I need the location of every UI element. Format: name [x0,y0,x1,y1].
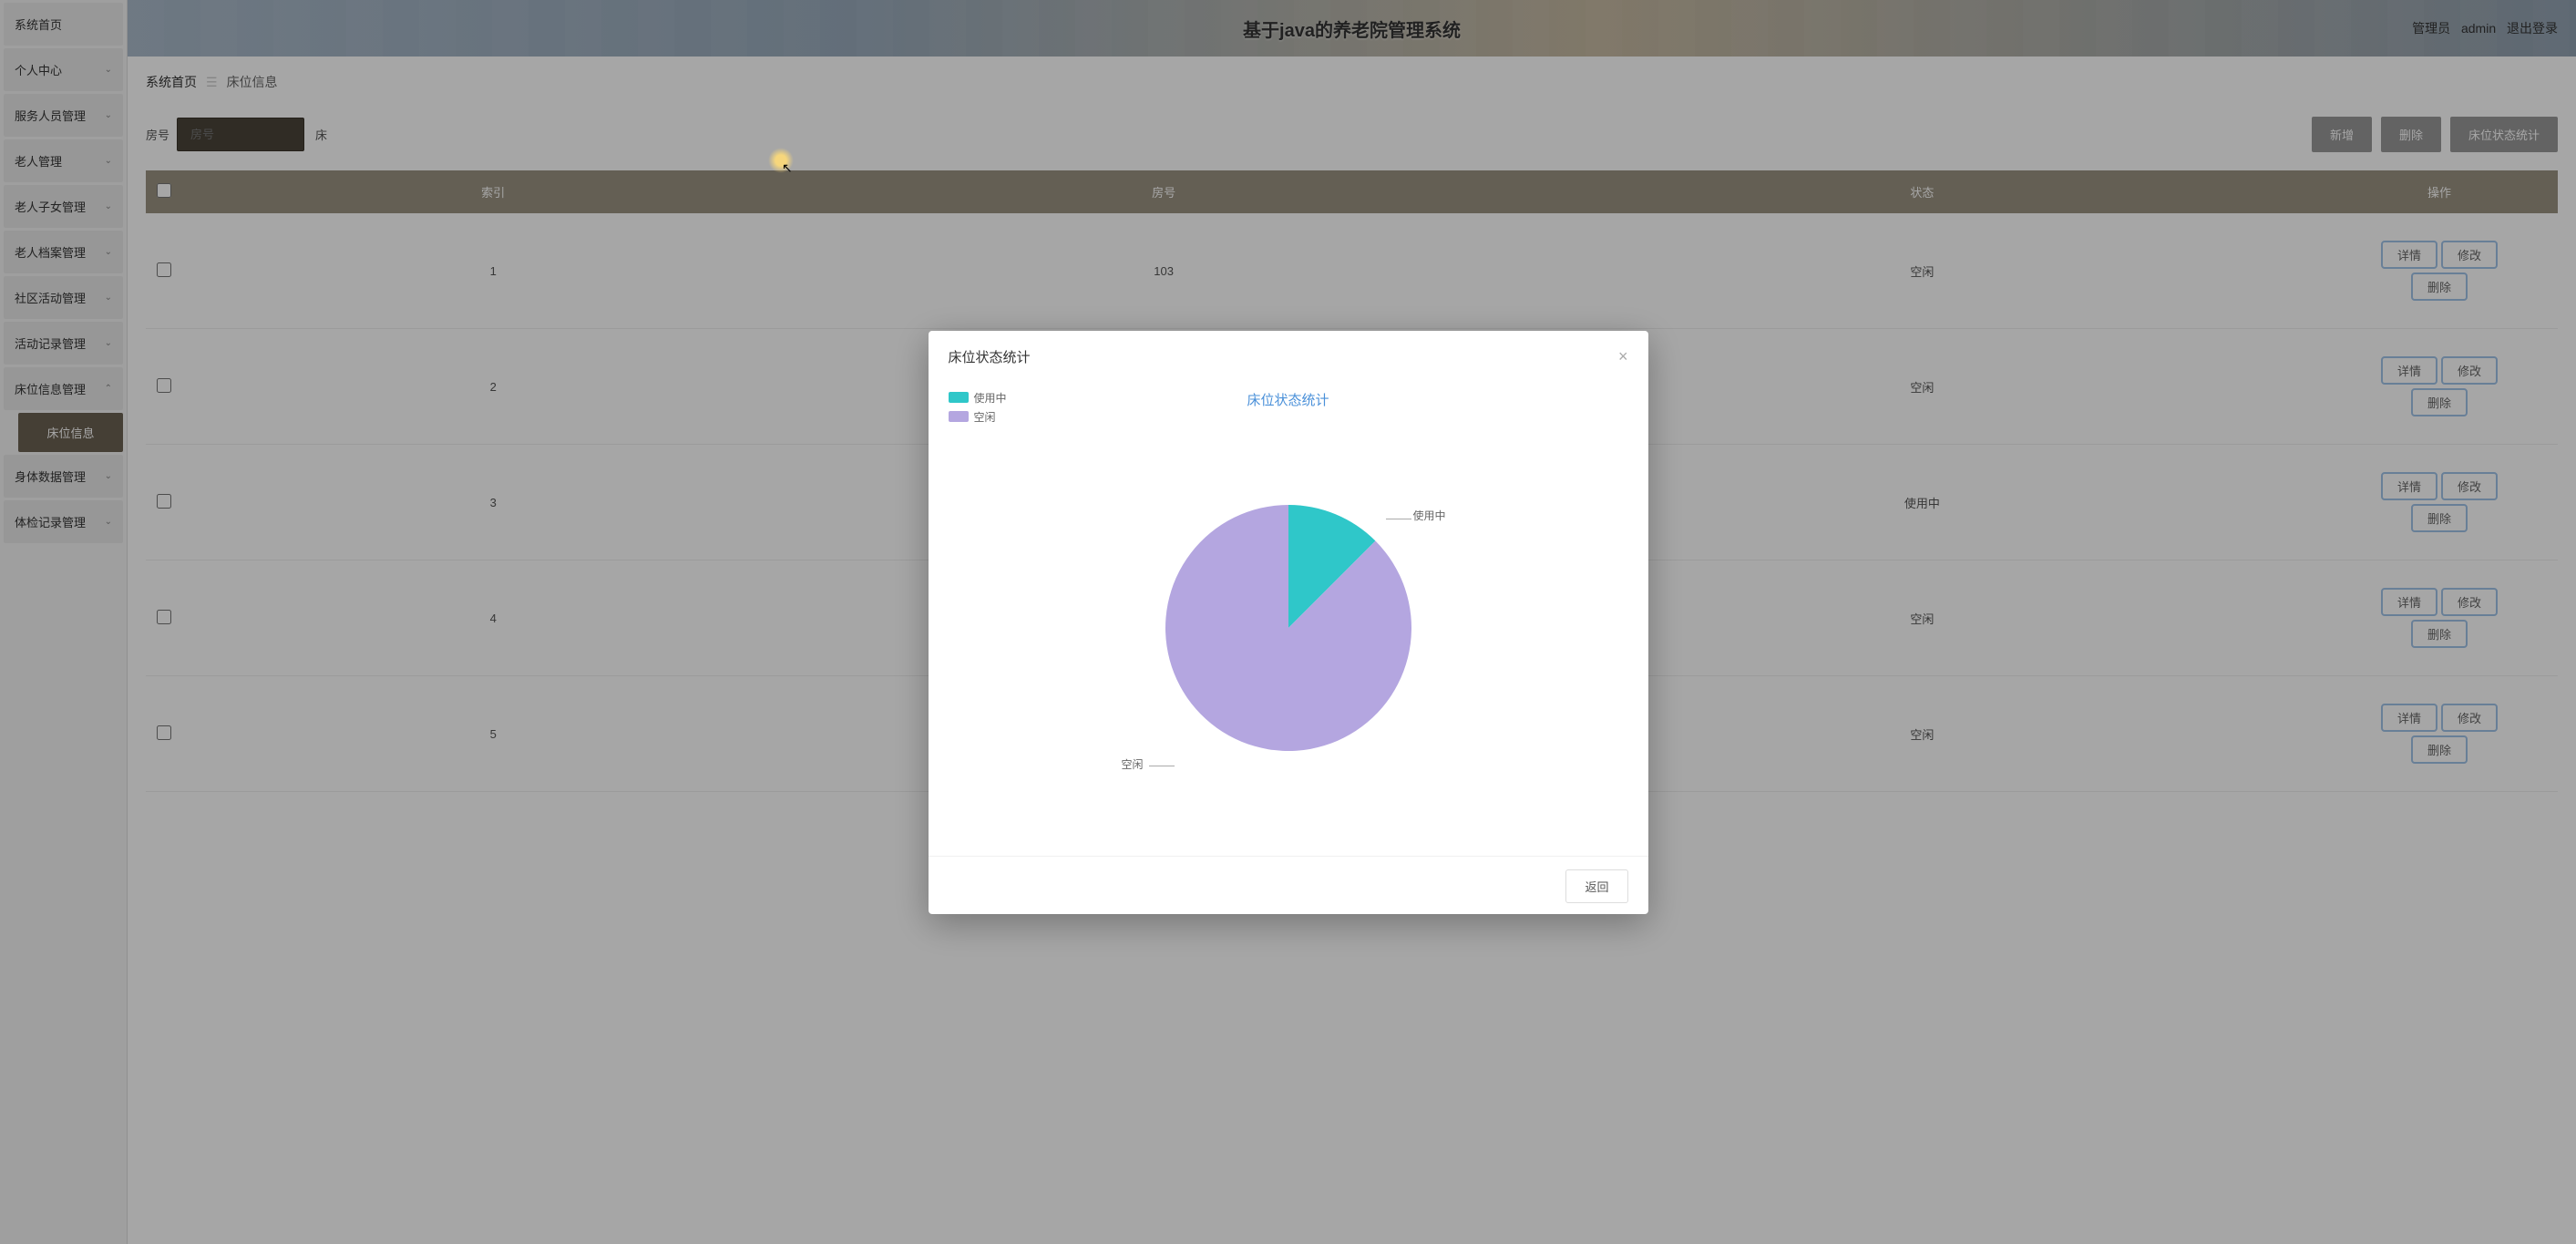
modal-title: 床位状态统计 [949,347,1031,366]
pie-svg [1165,505,1411,751]
legend-swatch-used [949,392,969,403]
stat-modal: 床位状态统计 × 使用中 空闲 床位状态统计 使用中 空闲 返回 [929,331,1648,914]
legend-label-used: 使用中 [974,390,1007,406]
pie-chart: 使用中 空闲 [949,409,1628,847]
slice-label-idle: 空闲 [1122,756,1144,772]
slice-label-used: 使用中 [1412,508,1445,523]
close-icon[interactable]: × [1618,348,1628,365]
chart-title: 床位状态统计 [949,390,1628,409]
pie-slice[interactable] [1165,505,1411,751]
back-button[interactable]: 返回 [1565,869,1627,903]
legend-item-used[interactable]: 使用中 [949,390,1007,406]
